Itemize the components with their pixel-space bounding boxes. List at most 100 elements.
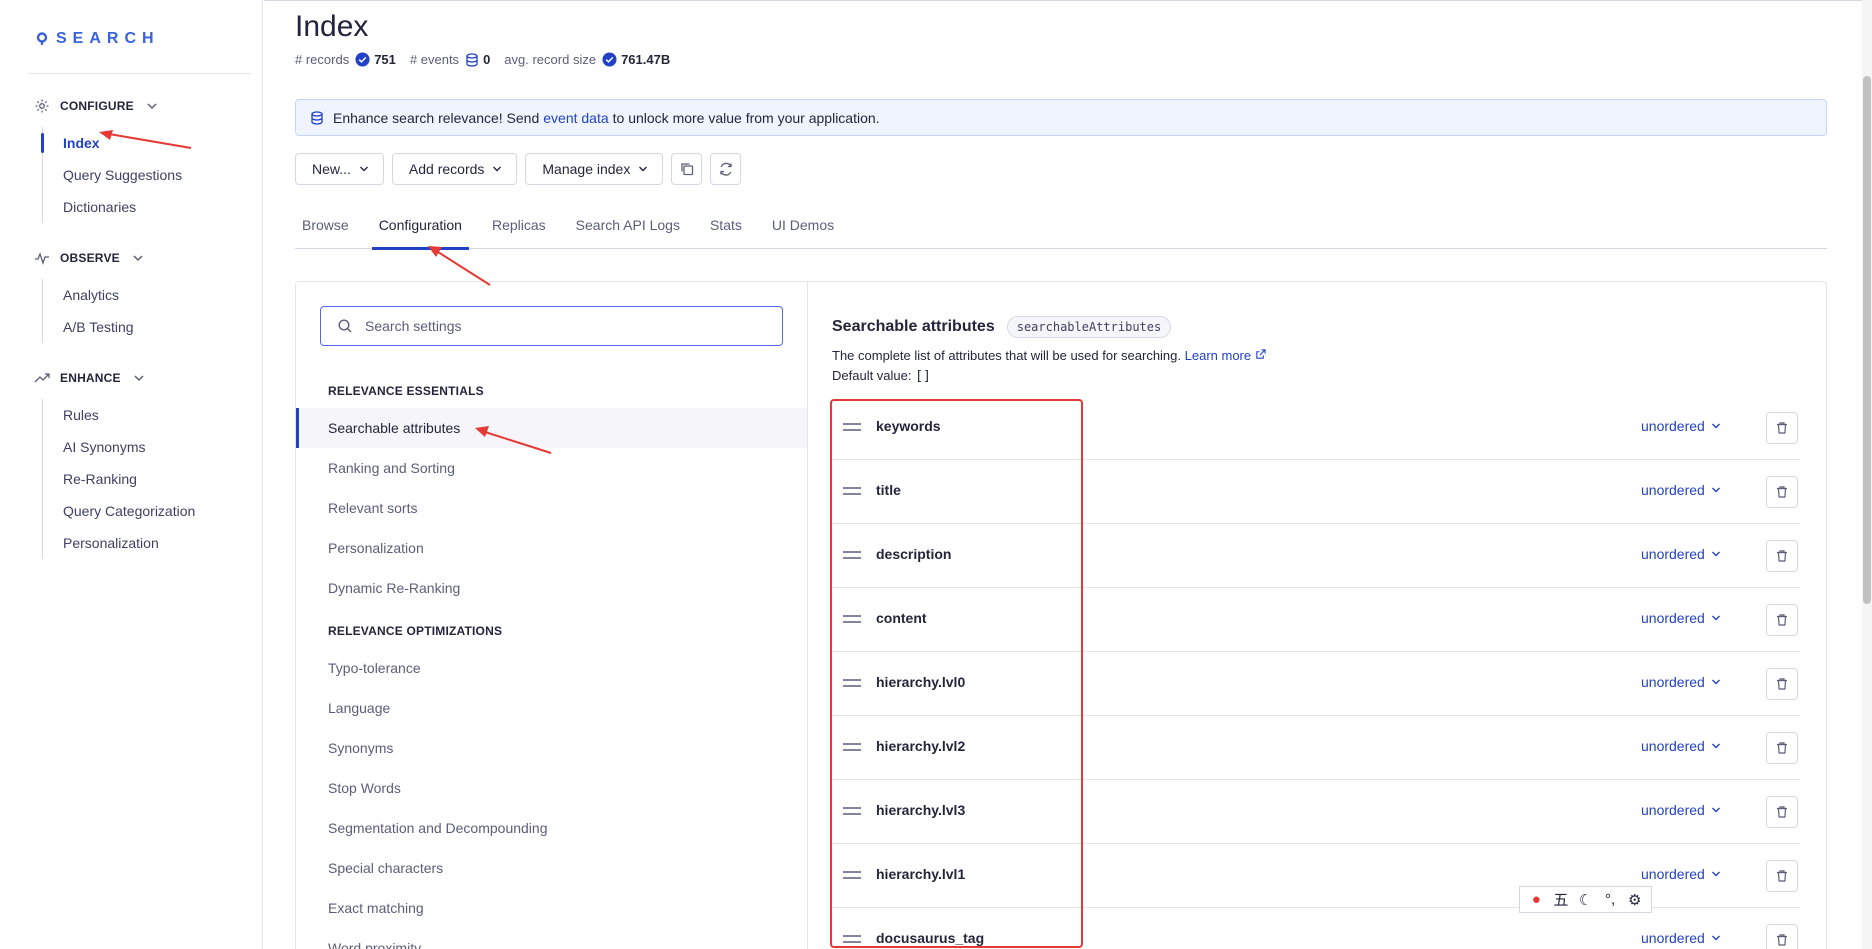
- section-enhance[interactable]: ENHANCE: [34, 370, 145, 386]
- event-data-link[interactable]: event data: [543, 110, 608, 126]
- trend-icon: [34, 373, 50, 383]
- chevron-down-icon: [1711, 807, 1720, 813]
- order-select[interactable]: unordered: [1641, 738, 1721, 754]
- settings-group-title: RELEVANCE ESSENTIALS: [328, 384, 484, 398]
- attribute-row[interactable]: title unordered: [832, 460, 1800, 524]
- setting-segmentation[interactable]: Segmentation and Decompounding: [296, 808, 807, 848]
- sidebar-item-ab-testing[interactable]: A/B Testing: [43, 311, 134, 343]
- setting-synonyms[interactable]: Synonyms: [296, 728, 807, 768]
- sidebar-item-personalization[interactable]: Personalization: [43, 527, 195, 559]
- drag-handle-icon[interactable]: [842, 549, 862, 561]
- drag-handle-icon[interactable]: [842, 869, 862, 881]
- tab-replicas[interactable]: Replicas: [485, 213, 553, 249]
- delete-attribute-button[interactable]: [1766, 732, 1798, 764]
- default-value: Default value: []: [832, 368, 931, 384]
- tab-search-api-logs[interactable]: Search API Logs: [569, 213, 687, 249]
- attribute-row[interactable]: hierarchy.lvl0 unordered: [832, 652, 1800, 716]
- delete-attribute-button[interactable]: [1766, 476, 1798, 508]
- manage-index-button[interactable]: Manage index: [525, 153, 664, 185]
- chevron-down-icon: [1711, 423, 1720, 429]
- order-select[interactable]: unordered: [1641, 930, 1721, 946]
- chevron-down-icon: [1711, 935, 1720, 941]
- main-content: Index # records 751 # events 0 avg. reco…: [264, 0, 1872, 949]
- settings-search-input[interactable]: [365, 318, 765, 334]
- tab-stats[interactable]: Stats: [703, 213, 749, 249]
- attribute-row[interactable]: content unordered: [832, 588, 1800, 652]
- setting-stop-words[interactable]: Stop Words: [296, 768, 807, 808]
- gear-icon[interactable]: ⚙: [1625, 891, 1645, 909]
- order-select[interactable]: unordered: [1641, 418, 1721, 434]
- search-icon: [338, 319, 352, 333]
- attribute-row[interactable]: description unordered: [832, 524, 1800, 588]
- paw-icon[interactable]: ●: [1526, 891, 1546, 908]
- brand-logo[interactable]: SEARCH: [36, 30, 160, 48]
- delete-attribute-button[interactable]: [1766, 604, 1798, 636]
- five-stroke-icon[interactable]: 五: [1551, 889, 1571, 910]
- attribute-row[interactable]: keywords unordered: [832, 396, 1800, 460]
- order-select[interactable]: unordered: [1641, 674, 1721, 690]
- sidebar-item-rules[interactable]: Rules: [43, 399, 195, 431]
- new-button[interactable]: New...: [295, 153, 384, 185]
- add-records-button[interactable]: Add records: [391, 153, 518, 185]
- settings-list: RELEVANCE ESSENTIALS Searchable attribut…: [296, 282, 808, 949]
- punctuation-icon[interactable]: °,: [1600, 891, 1620, 908]
- order-select[interactable]: unordered: [1641, 546, 1721, 562]
- setting-relevant-sorts[interactable]: Relevant sorts: [296, 488, 807, 528]
- setting-personalization[interactable]: Personalization: [296, 528, 807, 568]
- setting-special-characters[interactable]: Special characters: [296, 848, 807, 888]
- attribute-row[interactable]: docusaurus_tag unordered: [832, 908, 1800, 949]
- tab-browse[interactable]: Browse: [295, 213, 356, 249]
- attribute-row[interactable]: hierarchy.lvl1 unordered: [832, 844, 1800, 908]
- moon-icon[interactable]: ☾: [1575, 891, 1595, 909]
- drag-handle-icon[interactable]: [842, 421, 862, 433]
- drag-handle-icon[interactable]: [842, 933, 862, 945]
- setting-searchable-attributes[interactable]: Searchable attributes: [296, 408, 807, 448]
- attribute-row[interactable]: hierarchy.lvl3 unordered: [832, 780, 1800, 844]
- order-select[interactable]: unordered: [1641, 482, 1721, 498]
- attribute-row[interactable]: hierarchy.lvl2 unordered: [832, 716, 1800, 780]
- sidebar-item-re-ranking[interactable]: Re-Ranking: [43, 463, 195, 495]
- learn-more-link[interactable]: Learn more: [1185, 348, 1266, 363]
- drag-handle-icon[interactable]: [842, 613, 862, 625]
- section-observe[interactable]: OBSERVE: [34, 250, 144, 266]
- drag-handle-icon[interactable]: [842, 805, 862, 817]
- order-select[interactable]: unordered: [1641, 866, 1721, 882]
- copy-button[interactable]: [671, 153, 703, 185]
- sidebar-item-query-suggestions[interactable]: Query Suggestions: [43, 159, 182, 191]
- trash-icon: [1777, 614, 1787, 626]
- refresh-button[interactable]: [710, 153, 742, 185]
- setting-language[interactable]: Language: [296, 688, 807, 728]
- setting-ranking-sorting[interactable]: Ranking and Sorting: [296, 448, 807, 488]
- setting-dynamic-re-ranking[interactable]: Dynamic Re-Ranking: [296, 568, 807, 608]
- nav-group-observe: Analytics A/B Testing: [42, 279, 134, 343]
- setting-word-proximity[interactable]: Word proximity: [296, 928, 807, 949]
- chevron-down-icon: [1711, 743, 1720, 749]
- setting-exact-matching[interactable]: Exact matching: [296, 888, 807, 928]
- tab-ui-demos[interactable]: UI Demos: [765, 213, 841, 249]
- order-select[interactable]: unordered: [1641, 610, 1721, 626]
- scrollbar-thumb[interactable]: [1863, 76, 1871, 604]
- delete-attribute-button[interactable]: [1766, 412, 1798, 444]
- delete-attribute-button[interactable]: [1766, 924, 1798, 949]
- section-configure[interactable]: CONFIGURE: [34, 98, 158, 114]
- drag-handle-icon[interactable]: [842, 677, 862, 689]
- delete-attribute-button[interactable]: [1766, 540, 1798, 572]
- attribute-name: content: [876, 610, 927, 626]
- delete-attribute-button[interactable]: [1766, 796, 1798, 828]
- drag-handle-icon[interactable]: [842, 485, 862, 497]
- tab-configuration[interactable]: Configuration: [371, 213, 470, 250]
- setting-typo-tolerance[interactable]: Typo-tolerance: [296, 648, 807, 688]
- delete-attribute-button[interactable]: [1766, 668, 1798, 700]
- sidebar-item-index[interactable]: Index: [40, 127, 182, 159]
- trash-icon: [1777, 550, 1787, 562]
- sidebar-item-ai-synonyms[interactable]: AI Synonyms: [43, 431, 195, 463]
- sidebar-item-dictionaries[interactable]: Dictionaries: [43, 191, 182, 223]
- drag-handle-icon[interactable]: [842, 741, 862, 753]
- settings-search[interactable]: [320, 306, 783, 346]
- scrollbar-track[interactable]: [1862, 0, 1872, 949]
- sidebar-item-query-categorization[interactable]: Query Categorization: [43, 495, 195, 527]
- order-select[interactable]: unordered: [1641, 802, 1721, 818]
- sidebar-item-analytics[interactable]: Analytics: [43, 279, 134, 311]
- chevron-down-icon: [134, 375, 144, 382]
- delete-attribute-button[interactable]: [1766, 860, 1798, 892]
